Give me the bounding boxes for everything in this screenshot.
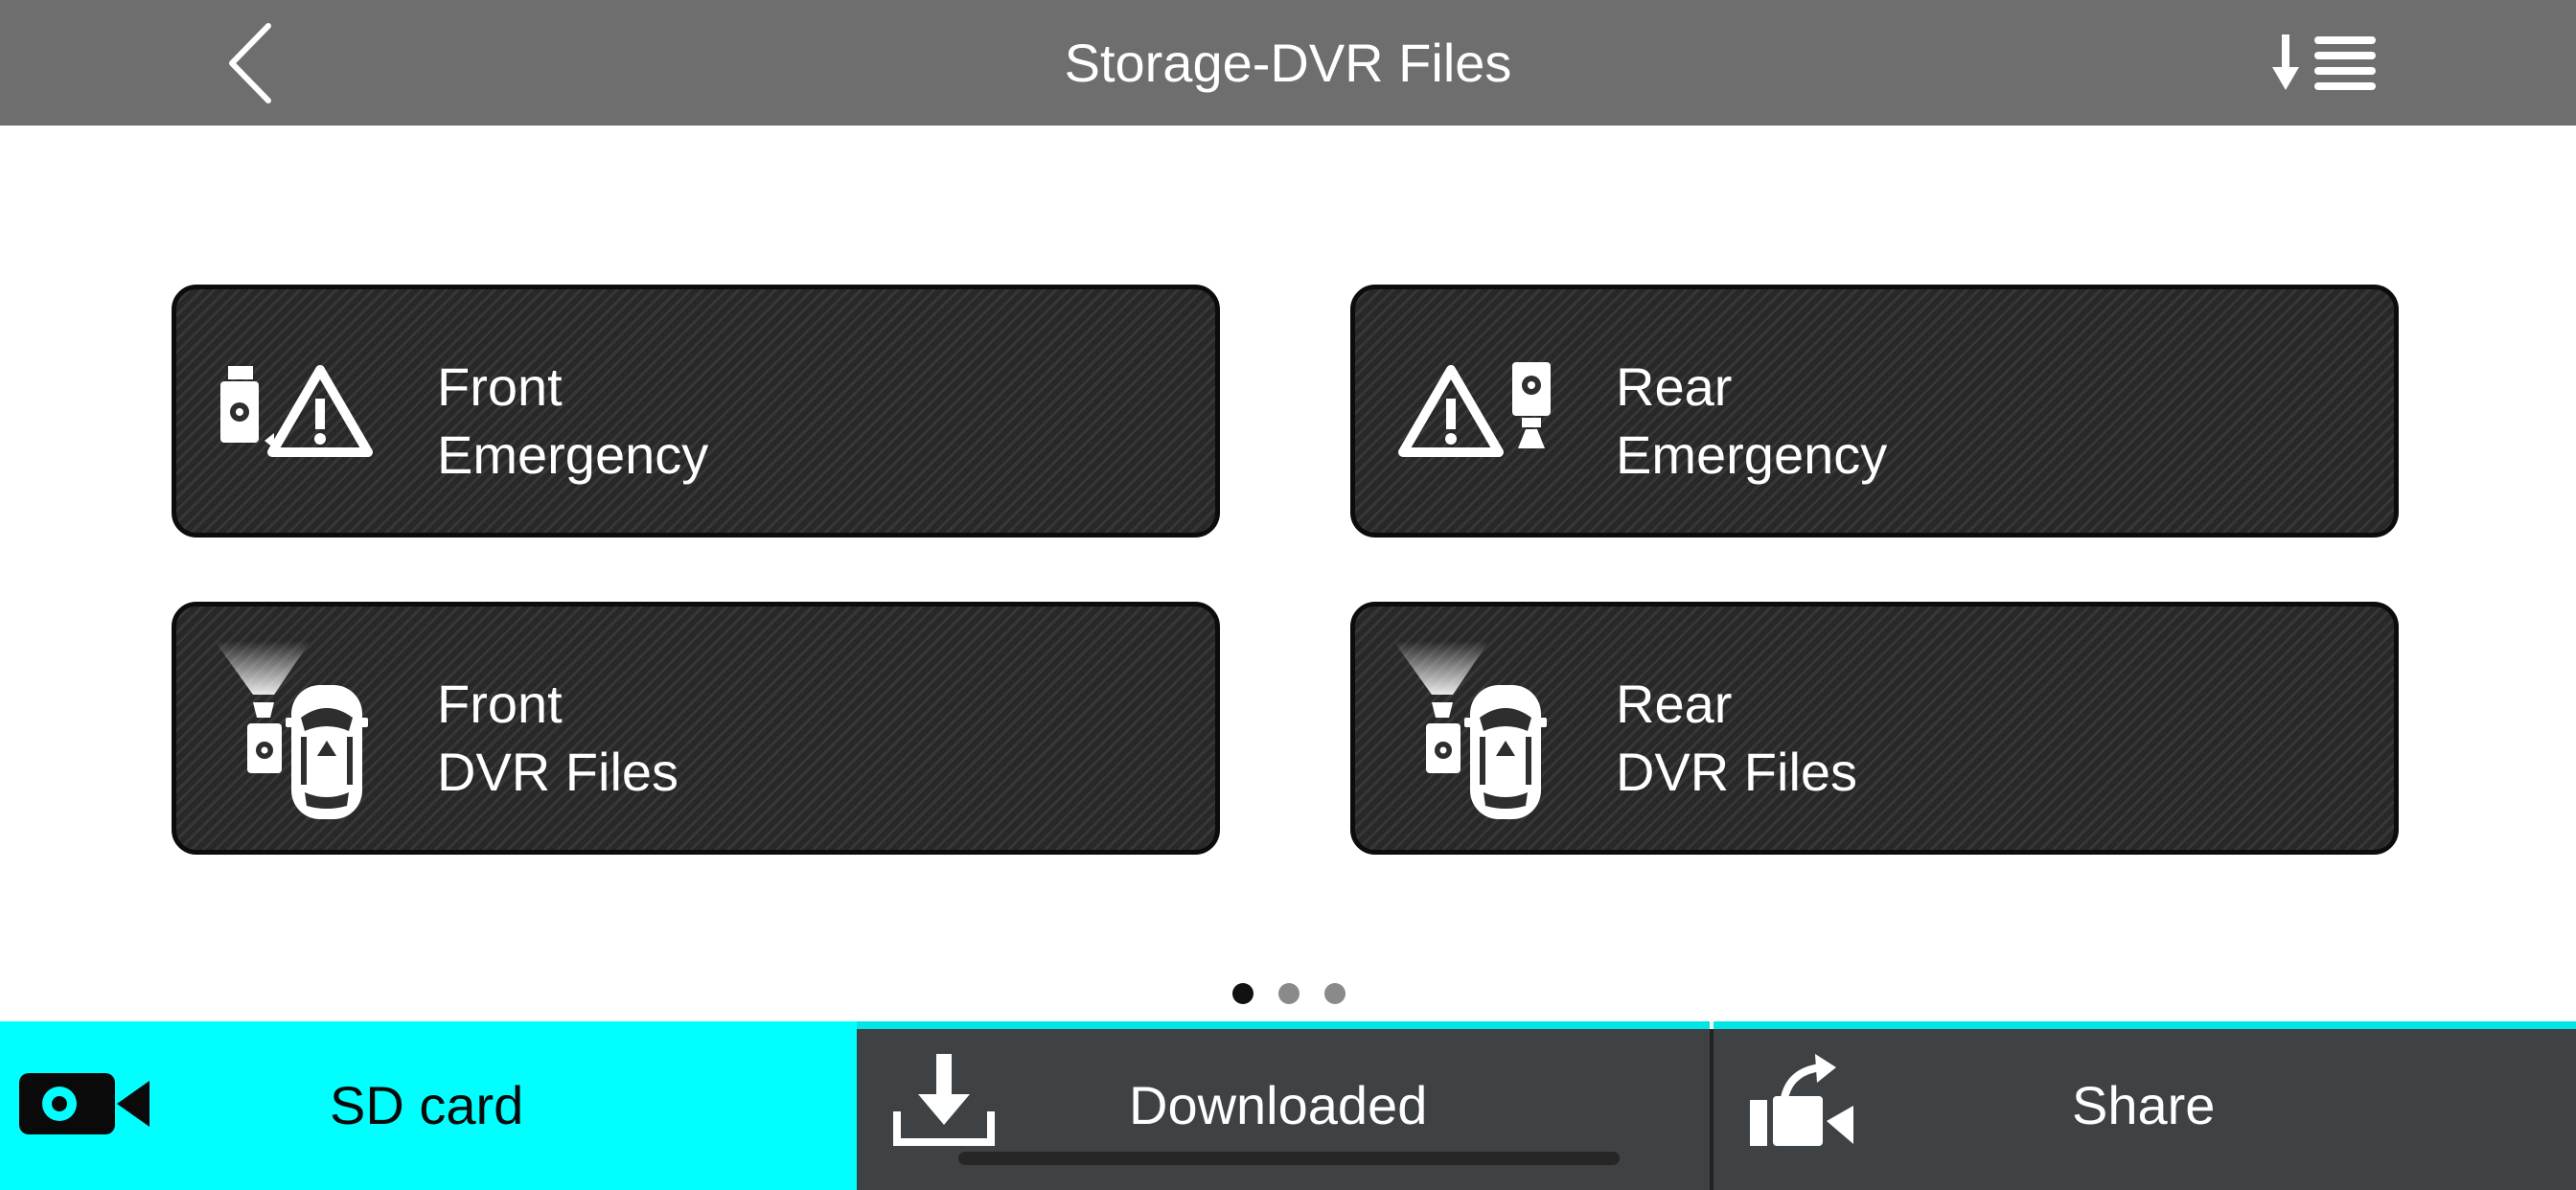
rear-emergency-tile[interactable]: Rear Emergency <box>1350 285 2399 538</box>
home-indicator[interactable] <box>958 1152 1620 1165</box>
storage-dvr-screen: Storage-DVR Files Front Emergency Rear E… <box>0 0 2576 1190</box>
front-camera-warning-icon <box>220 365 373 457</box>
tab-share[interactable]: Share <box>1714 1021 2576 1190</box>
download-icon <box>893 1054 995 1146</box>
rear-dashcam-car-icon <box>1393 641 1547 819</box>
tile-label: Front Emergency <box>437 353 708 489</box>
front-dashcam-car-icon <box>215 641 368 819</box>
rear-dvr-files-tile[interactable]: Rear DVR Files <box>1350 602 2399 855</box>
header-bar: Storage-DVR Files <box>0 0 2576 126</box>
tile-label-line2: DVR Files <box>1616 742 1858 802</box>
sort-button[interactable] <box>2262 25 2386 102</box>
front-emergency-tile[interactable]: Front Emergency <box>172 285 1220 538</box>
tile-label-line1: Front <box>437 674 563 734</box>
tile-label-line2: Emergency <box>1616 424 1888 485</box>
page-dot-2[interactable] <box>1278 983 1300 1004</box>
tile-label-line1: Rear <box>1616 674 1733 734</box>
page-dot-3[interactable] <box>1324 983 1346 1004</box>
page-dot-1[interactable] <box>1232 983 1254 1004</box>
video-camera-icon <box>19 1073 150 1134</box>
share-icon <box>1750 1054 1853 1146</box>
tab-sd-card[interactable]: SD card <box>0 1021 857 1190</box>
tab-label: Share <box>2072 1075 2216 1135</box>
tab-label: SD card <box>330 1075 524 1135</box>
tile-label-line1: Rear <box>1616 356 1733 417</box>
tile-label: Front DVR Files <box>437 670 678 806</box>
tab-divider <box>1710 1029 1714 1190</box>
front-dvr-files-tile[interactable]: Front DVR Files <box>172 602 1220 855</box>
warning-rear-camera-icon <box>1398 362 1551 457</box>
page-indicator <box>1227 983 1361 1006</box>
page-title: Storage-DVR Files <box>1064 33 1512 93</box>
sort-list-icon <box>2272 34 2376 90</box>
tile-label: Rear DVR Files <box>1616 670 1857 806</box>
tile-label-line1: Front <box>437 356 563 417</box>
tile-label-line2: DVR Files <box>437 742 679 802</box>
tile-label-line2: Emergency <box>437 424 709 485</box>
tile-label: Rear Emergency <box>1616 353 1887 489</box>
